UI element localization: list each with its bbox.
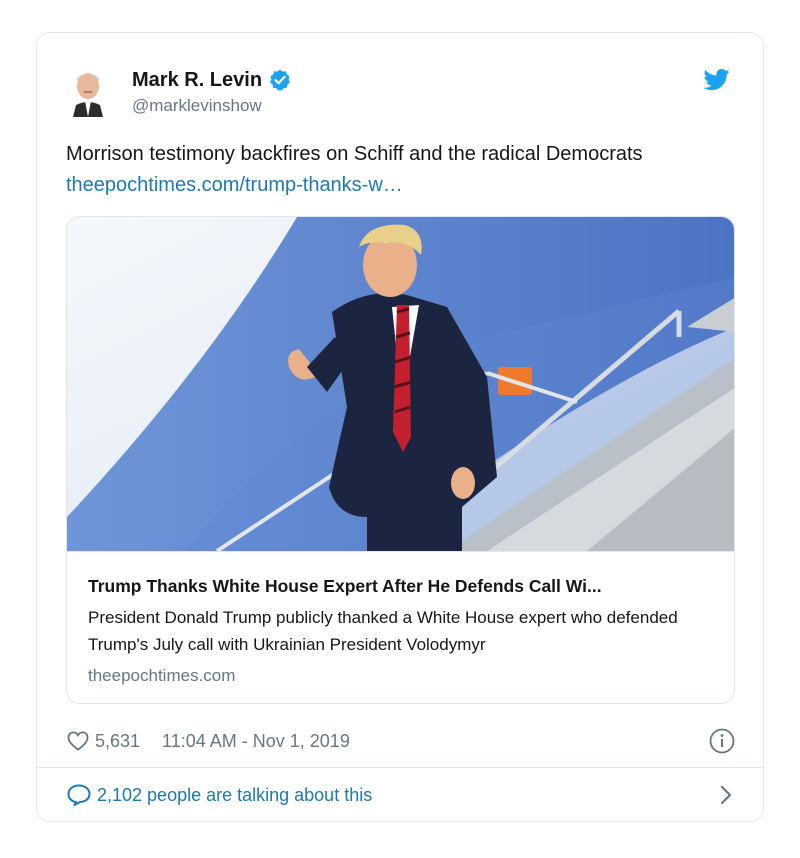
verified-badge-icon <box>270 69 291 91</box>
tweet-text: Morrison testimony backfires on Schiff a… <box>66 139 746 201</box>
conversation-link[interactable]: 2,102 people are talking about this <box>67 781 735 809</box>
card-body[interactable]: Trump Thanks White House Expert After He… <box>67 551 734 703</box>
like-count[interactable]: 5,631 <box>95 731 140 752</box>
conversation-text: 2,102 people are talking about this <box>97 784 373 805</box>
info-icon[interactable] <box>709 728 735 754</box>
divider <box>37 767 763 768</box>
tweet-link[interactable]: theepochtimes.com/trump-thanks-w… <box>66 170 746 201</box>
tweet-stats: 5,631 11:04 AM - Nov 1, 2019 <box>67 727 735 755</box>
author-handle[interactable]: @marklevinshow <box>132 95 262 117</box>
tweet-timestamp[interactable]: 11:04 AM - Nov 1, 2019 <box>162 731 350 752</box>
link-card[interactable]: Trump Thanks White House Expert After He… <box>66 216 735 704</box>
tweet-body: Morrison testimony backfires on Schiff a… <box>66 143 643 165</box>
tweet-embed: Mark R. Levin @marklevinshow Morrison te… <box>36 32 764 822</box>
avatar[interactable] <box>71 69 105 117</box>
author-name[interactable]: Mark R. Levin <box>132 67 292 93</box>
card-description: President Donald Trump publicly thanked … <box>88 608 678 654</box>
card-image[interactable] <box>67 217 735 551</box>
speech-bubble-icon <box>67 784 91 806</box>
author-name-text: Mark R. Levin <box>132 69 263 91</box>
card-domain: theepochtimes.com <box>88 666 236 685</box>
heart-icon[interactable] <box>67 731 89 751</box>
chevron-right-icon <box>720 785 732 805</box>
twitter-bird-icon[interactable] <box>703 69 731 91</box>
card-title: Trump Thanks White House Expert After He… <box>88 576 602 596</box>
